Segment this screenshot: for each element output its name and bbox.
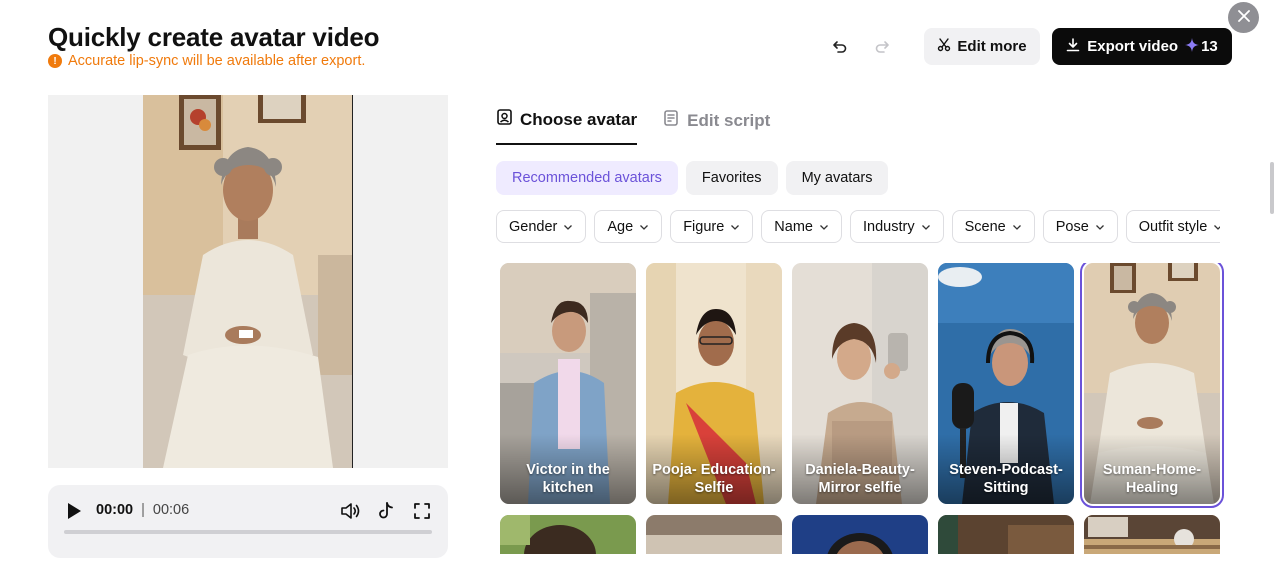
avatar-card[interactable]: Victor in the kitchen — [500, 263, 636, 504]
filter-gender[interactable]: Gender — [496, 210, 587, 243]
fullscreen-icon[interactable] — [412, 501, 432, 521]
export-video-button[interactable]: Export video 13 — [1052, 28, 1232, 65]
close-button[interactable] — [1228, 2, 1259, 33]
pill-my-avatars[interactable]: My avatars — [785, 161, 889, 195]
avatar-thumbnail — [500, 515, 636, 554]
filter-scene[interactable]: Scene — [951, 210, 1035, 243]
current-time: 00:00 — [96, 502, 134, 518]
filter-pose[interactable]: Pose — [1042, 210, 1118, 243]
download-icon — [1066, 37, 1080, 56]
pill-recommended-avatars[interactable]: Recommended avatars — [496, 161, 678, 195]
avatar-card[interactable] — [500, 515, 636, 554]
time-display: 00:00 | 00:06 — [96, 502, 189, 518]
redo-icon[interactable] — [871, 36, 893, 58]
chevron-down-icon — [820, 224, 828, 230]
export-label: Export video — [1087, 38, 1179, 55]
filter-label: Gender — [509, 218, 558, 235]
avatar-icon — [496, 108, 514, 131]
chevron-down-icon — [1012, 224, 1021, 230]
filter-label: Pose — [1055, 218, 1089, 235]
filter-label: Outfit style — [1138, 218, 1208, 235]
scissors-icon — [937, 37, 951, 56]
filter-outfit-style[interactable]: Outfit style — [1125, 210, 1220, 243]
avatar-card[interactable]: Daniela-Beauty-Mirror selfie — [792, 263, 928, 504]
avatar-card[interactable]: Steven-Podcast-Sitting — [938, 263, 1074, 504]
filter-label: Name — [774, 218, 813, 235]
play-icon[interactable] — [66, 502, 82, 520]
tab-label: Edit script — [687, 110, 771, 130]
credits-count: 13 — [1201, 38, 1218, 55]
page-title: Quickly create avatar video — [48, 22, 380, 52]
filter-label: Age — [607, 218, 634, 235]
volume-icon[interactable] — [340, 501, 360, 521]
edit-more-button[interactable]: Edit more — [924, 28, 1040, 65]
avatar-video-frame — [143, 95, 353, 468]
chevron-down-icon — [731, 224, 740, 230]
close-icon — [1237, 9, 1250, 27]
avatar-name: Suman-Home-Healing — [1102, 462, 1202, 496]
sparkle-icon — [1185, 37, 1200, 56]
filter-figure[interactable]: Figure — [670, 210, 754, 243]
lip-sync-notice: ! Accurate lip-sync will be available af… — [48, 53, 365, 69]
progress-bar[interactable] — [64, 530, 432, 534]
filter-bar: Gender Age Figure Name Industry Scene Po… — [496, 210, 1220, 243]
duration: 00:06 — [152, 502, 190, 518]
avatar-card[interactable] — [938, 515, 1074, 554]
avatar-card-selected[interactable]: Suman-Home-Healing — [1080, 263, 1224, 508]
pill-favorites[interactable]: Favorites — [685, 161, 778, 195]
credits-badge: 13 — [1185, 37, 1218, 56]
tab-label: Choose avatar — [520, 109, 638, 129]
avatar-name: Steven-Podcast-Sitting — [949, 462, 1063, 496]
tiktok-icon[interactable] — [376, 501, 396, 521]
avatar-card[interactable] — [646, 515, 782, 554]
avatar-name: Pooja- Education-Selfie — [652, 462, 776, 496]
filter-industry[interactable]: Industry — [849, 210, 944, 243]
avatar-card[interactable] — [1084, 515, 1220, 554]
chevron-down-icon — [564, 224, 573, 230]
time-separator: | — [141, 502, 145, 518]
avatar-thumbnail — [938, 515, 1074, 554]
info-icon: ! — [48, 54, 62, 68]
avatar-grid: Victor in the kitchen Pooja- Education-S… — [500, 263, 1224, 554]
avatar-thumbnail — [1084, 515, 1220, 554]
panel-tabs: Choose avatar Edit script — [496, 108, 770, 145]
undo-icon[interactable] — [829, 36, 851, 58]
avatar-name: Daniela-Beauty-Mirror selfie — [805, 462, 915, 496]
avatar-thumbnail — [646, 515, 782, 554]
chevron-down-icon — [1214, 224, 1220, 230]
chevron-down-icon — [921, 224, 930, 230]
video-preview — [48, 95, 448, 468]
tab-choose-avatar[interactable]: Choose avatar — [496, 108, 638, 145]
chevron-down-icon — [640, 224, 649, 230]
avatar-video-dialog: Quickly create avatar video ! Accurate l… — [0, 0, 1280, 582]
filter-label: Scene — [964, 218, 1006, 235]
edit-more-label: Edit more — [957, 38, 1027, 55]
chevron-down-icon — [1095, 224, 1104, 230]
avatar-card[interactable]: Pooja- Education-Selfie — [646, 263, 782, 504]
filter-name[interactable]: Name — [761, 210, 842, 243]
avatar-name: Victor in the kitchen — [526, 462, 610, 496]
filter-label: Industry — [862, 218, 915, 235]
avatar-card[interactable] — [792, 515, 928, 554]
avatar-category-pills: Recommended avatars Favorites My avatars — [496, 161, 889, 195]
filter-label: Figure — [683, 218, 725, 235]
scrollbar-thumb[interactable] — [1270, 162, 1274, 214]
avatar-thumbnail — [792, 515, 928, 554]
notice-text: Accurate lip-sync will be available afte… — [68, 53, 366, 69]
filter-age[interactable]: Age — [594, 210, 663, 243]
video-player-controls: 00:00 | 00:06 — [48, 485, 448, 558]
tab-edit-script[interactable]: Edit script — [663, 108, 770, 145]
script-icon — [663, 109, 681, 132]
